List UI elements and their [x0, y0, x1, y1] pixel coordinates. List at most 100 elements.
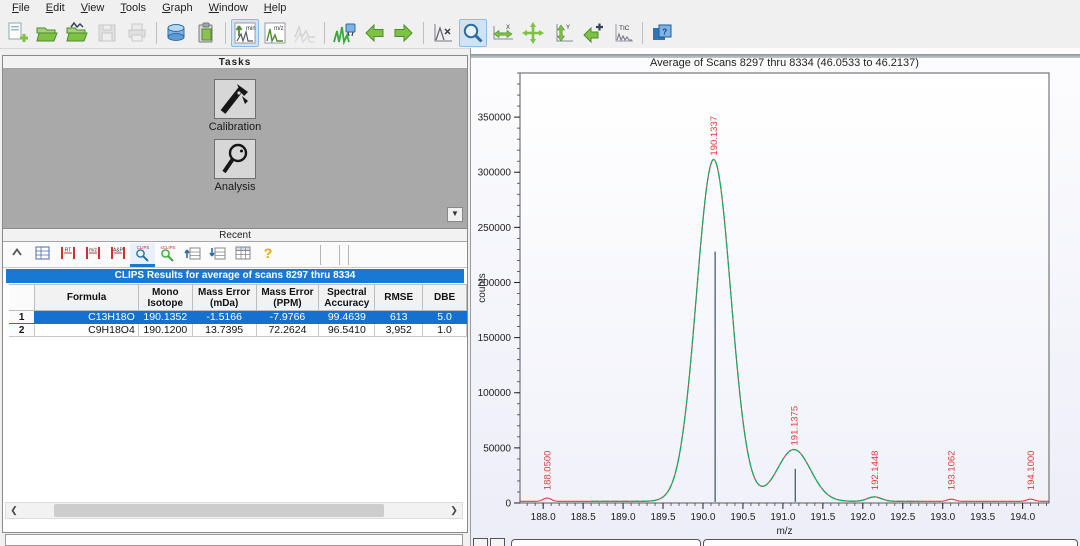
horizontal-scrollbar[interactable]: ❮ ❯ [5, 502, 463, 519]
svg-text:TIC: TIC [619, 25, 630, 32]
task-analysis-label: Analysis [215, 181, 256, 193]
help-button[interactable]: ? [255, 243, 280, 267]
cell: C13H18O [35, 311, 138, 324]
task-analysis[interactable]: Analysis [214, 139, 256, 193]
abundance-range-button[interactable]: A&P [105, 243, 130, 267]
scroll-left-arrow-icon[interactable]: ❮ [6, 503, 22, 518]
open-folder-button[interactable] [33, 19, 61, 47]
menu-view[interactable]: View [73, 1, 113, 16]
previous-scan-button[interactable] [360, 19, 388, 47]
overlay-icon [293, 21, 317, 45]
task-calibration[interactable]: Calibration [209, 79, 262, 133]
prop-table-icon [34, 244, 52, 262]
toolbar-separator [156, 22, 157, 44]
toolbar-separator [320, 245, 321, 265]
move-row-down-button[interactable] [205, 243, 230, 267]
menu-tools[interactable]: Tools [112, 1, 154, 16]
cell: 13.7395 [192, 324, 256, 337]
menu-window[interactable]: Window [201, 1, 256, 16]
menu-file[interactable]: File [4, 1, 38, 16]
tic-view-button[interactable]: TIC [609, 19, 637, 47]
floppy-icon [95, 21, 119, 45]
bottom-tab-strip [471, 536, 1080, 546]
x-tick-label: 191.5 [810, 512, 835, 523]
clips-icon: CLIPS [134, 244, 152, 262]
x-tick-label: 191.0 [770, 512, 795, 523]
svg-text:Y: Y [566, 25, 570, 31]
scroll-right-arrow-icon[interactable]: ❯ [446, 503, 462, 518]
bottom-tab[interactable] [703, 539, 1078, 546]
masworks-window: FileEditViewToolsGraphWindowHelp min m/z X… [0, 0, 1080, 546]
bottom-tab[interactable] [511, 539, 701, 546]
tasks-panel: Tasks Calibration [2, 55, 468, 533]
chromatogram-view-button[interactable]: min [231, 19, 259, 47]
clips-search-button[interactable]: CLIPS [130, 243, 155, 267]
range-icon: RT [59, 244, 77, 262]
table-row[interactable]: 1C13H18O190.1352-1.5166-7.976699.4639613… [9, 311, 467, 324]
column-header[interactable]: Formula [35, 285, 138, 311]
autoscale-y-button[interactable]: Y [549, 19, 577, 47]
column-header[interactable]: DBE [423, 285, 467, 311]
menu-bar: FileEditViewToolsGraphWindowHelp [0, 0, 1080, 17]
open-data-file-button[interactable] [63, 19, 91, 47]
tab-scroll-button[interactable] [490, 538, 505, 546]
move-row-up-button[interactable] [180, 243, 205, 267]
zoom-tool-button[interactable] [459, 19, 487, 47]
column-header[interactable]: Mass Error (mDa) [192, 285, 256, 311]
peak-label: 190.1337 [709, 116, 720, 156]
column-header[interactable]: Spectral Accuracy [319, 285, 375, 311]
scrollbar-thumb[interactable] [54, 504, 384, 517]
caliper-icon [214, 79, 256, 119]
column-header[interactable]: RMSE [375, 285, 423, 311]
x-tick-label: 193.0 [930, 512, 955, 523]
column-header[interactable]: Mono Isotope [138, 285, 192, 311]
spectrum-view-button[interactable]: m/z [261, 19, 289, 47]
table-row[interactable]: 2C9H18O4190.120013.739572.262496.54103,9… [9, 324, 467, 337]
tic-icon: TIC [611, 21, 635, 45]
column-header[interactable]: Mass Error (PPM) [256, 285, 319, 311]
chart-title: Average of Scans 8297 thru 8334 (46.0533… [650, 58, 919, 69]
spec-icon: m/z [263, 21, 287, 45]
row-number: 1 [9, 311, 35, 324]
spectrum-chart[interactable]: Average of Scans 8297 thru 8334 (46.0533… [471, 58, 1080, 536]
peak-label: 192.1448 [870, 451, 881, 491]
autoscale-x-button[interactable]: X [489, 19, 517, 47]
tasks-body: Calibration Analysis ▼ [3, 69, 467, 229]
cell: 190.1352 [138, 311, 192, 324]
toolbar-separator [324, 22, 325, 44]
mz-range-button[interactable]: m/z [80, 243, 105, 267]
paste-clipboard-button[interactable] [192, 19, 220, 47]
cell: -7.9766 [256, 311, 319, 324]
next-scan-button[interactable] [390, 19, 418, 47]
peak-pick-button[interactable] [429, 19, 457, 47]
table-options-button[interactable] [230, 243, 255, 267]
pan-tool-button[interactable] [519, 19, 547, 47]
rt-range-button[interactable]: RT [55, 243, 80, 267]
sclips-icon: sCLIPS [159, 244, 177, 262]
properties-button[interactable] [30, 243, 55, 267]
y-tick-label: 300000 [478, 168, 512, 179]
window-switch-button[interactable]: ? [648, 19, 676, 47]
clipboard-icon [194, 21, 218, 45]
x-tick-label: 192.5 [890, 512, 915, 523]
axis-y-icon: Y [551, 21, 575, 45]
chrom-icon: min [233, 21, 257, 45]
peak-label: 193.1062 [947, 451, 958, 491]
tasks-dropdown-button[interactable]: ▼ [447, 207, 463, 222]
arrow-right-icon [392, 21, 416, 45]
tab-scroll-button[interactable] [473, 538, 488, 546]
undo-zoom-button[interactable] [579, 19, 607, 47]
print-button [123, 19, 151, 47]
svg-text:m/z: m/z [274, 26, 284, 32]
collapse-panel-button[interactable] [5, 243, 30, 267]
calibration-peaks-button[interactable] [330, 19, 358, 47]
column-header[interactable] [9, 285, 35, 311]
sclips-search-button[interactable]: sCLIPS [155, 243, 180, 267]
new-document-button[interactable] [3, 19, 31, 47]
y-tick-label: 150000 [478, 333, 512, 344]
3d-view-button[interactable] [162, 19, 190, 47]
menu-graph[interactable]: Graph [154, 1, 201, 16]
menu-edit[interactable]: Edit [38, 1, 73, 16]
peak-label: 191.1375 [789, 406, 800, 446]
menu-help[interactable]: Help [256, 1, 295, 16]
